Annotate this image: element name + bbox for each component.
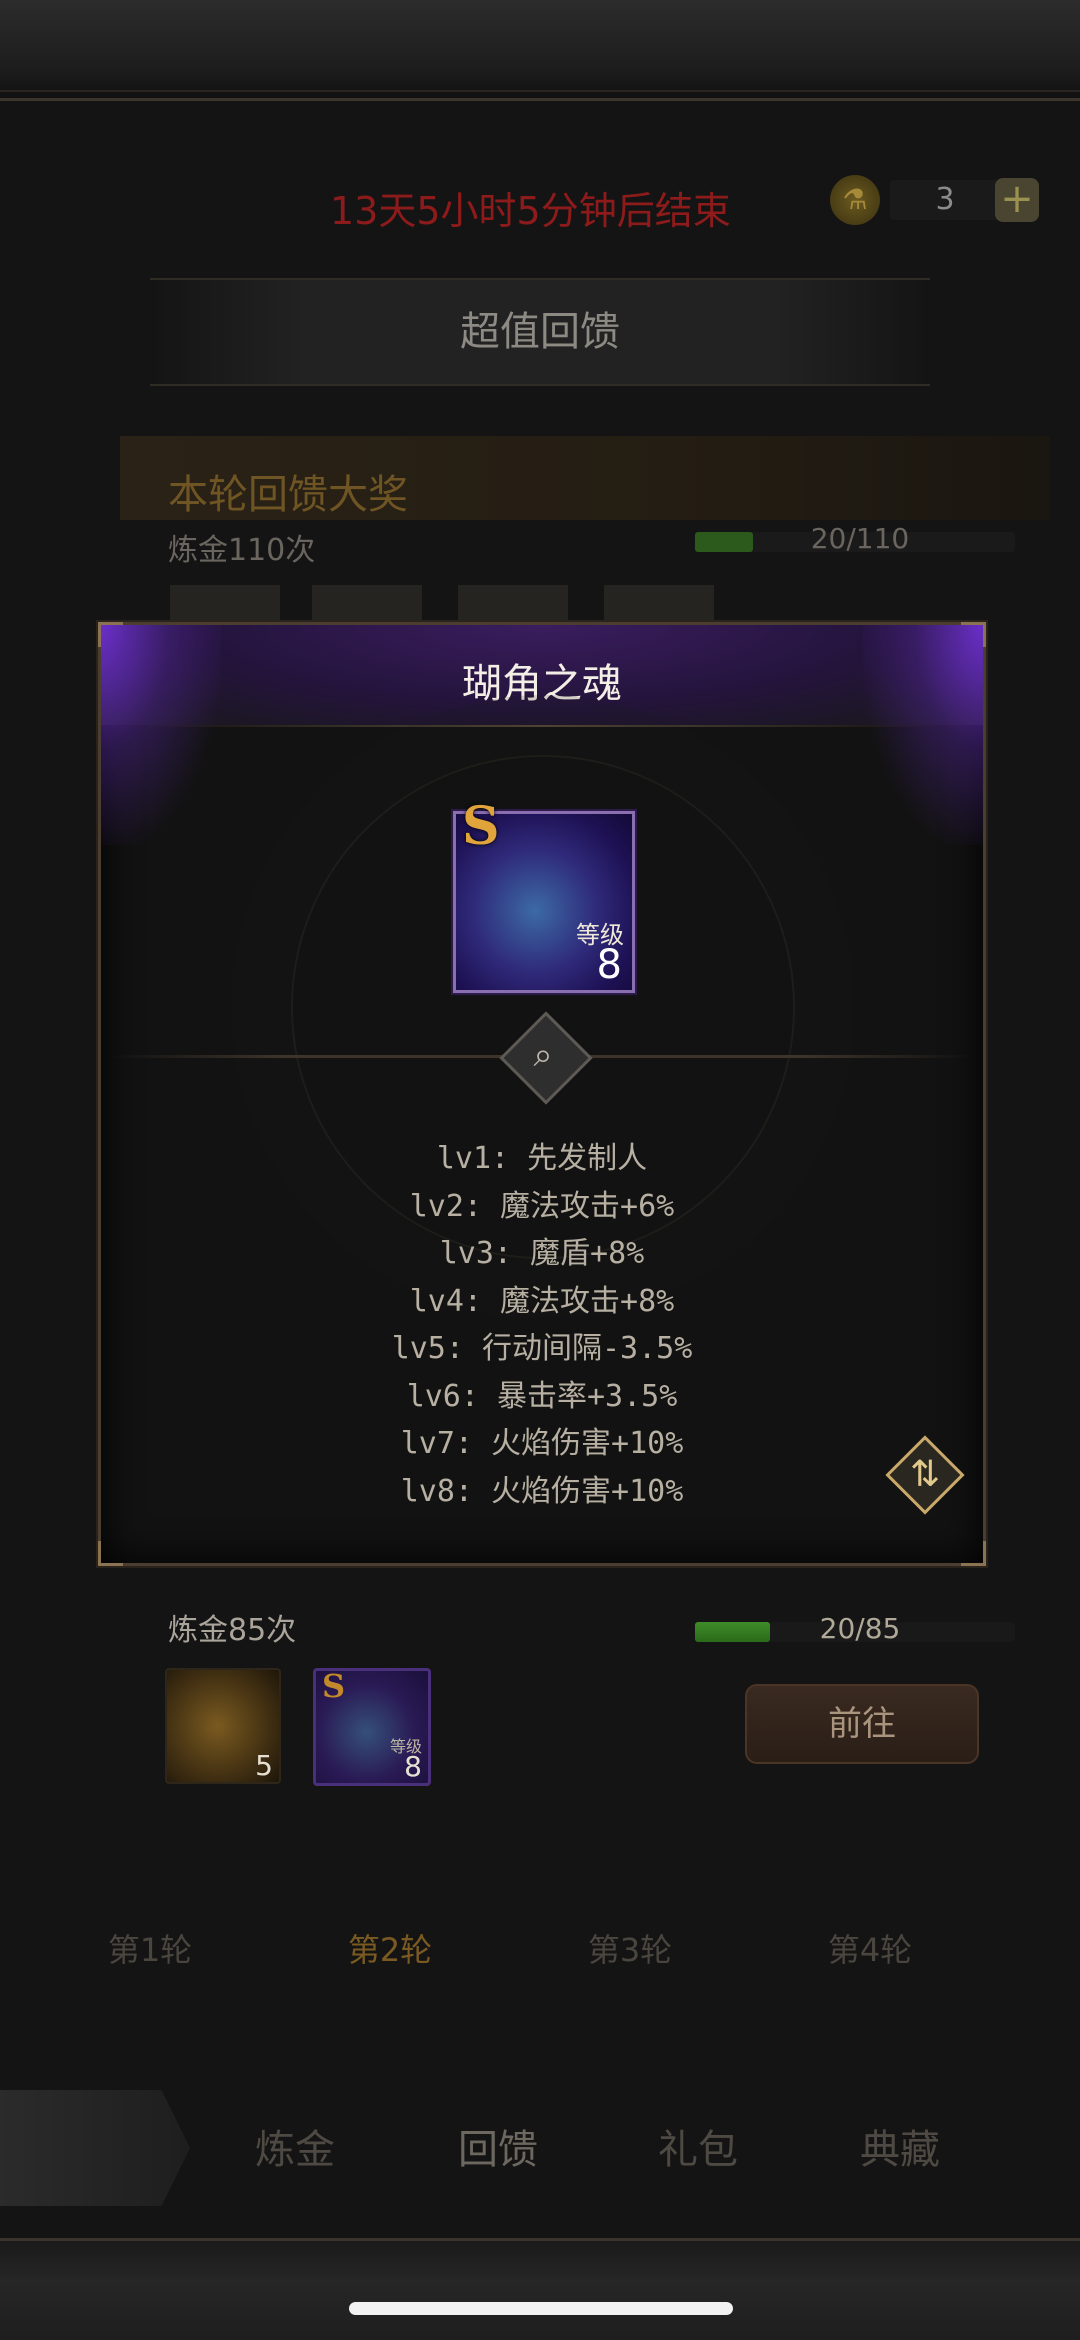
section-title-bar: 超值回馈 xyxy=(150,278,930,386)
top-frame xyxy=(0,0,1080,101)
add-currency-button[interactable]: + xyxy=(995,178,1039,222)
currency-count: 3 xyxy=(890,180,1000,220)
skill-line: lv1: 先发制人 xyxy=(436,1141,648,1176)
modal-corner xyxy=(961,622,986,647)
event-timer: 13天5小时5分钟后结束 xyxy=(330,189,731,233)
skill-line: lv2: 魔法攻击+6% xyxy=(409,1188,675,1224)
row1-progress-fill xyxy=(695,532,753,552)
nav-gift-pack[interactable]: 礼包 xyxy=(598,2090,798,2210)
skill-line: lv7: 火焰伤害+10% xyxy=(400,1426,684,1461)
row1-progress-text: 20/110 xyxy=(810,522,910,555)
home-indicator[interactable] xyxy=(349,2302,733,2315)
row1-reward-thumb xyxy=(312,585,422,625)
item-count: 5 xyxy=(255,1749,273,1782)
row2-progress-fill xyxy=(695,1622,771,1642)
skill-list: lv1: 先发制人 lv2: 魔法攻击+6% lv3: 魔盾+8% lv4: 魔… xyxy=(101,1133,983,1513)
row1-label: 炼金110次 xyxy=(168,533,316,568)
round-tabs: 第1轮 第2轮 第3轮 第4轮 xyxy=(60,1920,1020,1980)
goto-button[interactable]: 前往 xyxy=(745,1684,979,1764)
rank-s-icon: S xyxy=(462,796,500,857)
modal-corner xyxy=(98,1541,123,1566)
tab-round-1[interactable]: 第1轮 xyxy=(60,1920,240,1980)
item-detail-modal: 瑚角之魂 S 等级 8 ⌕ lv1: 先发制人 lv2: 魔法攻击+6% lv3… xyxy=(98,622,986,1566)
row1-reward-thumb xyxy=(458,585,568,625)
row1-reward-thumb xyxy=(170,585,280,625)
potion-reward-item[interactable]: 5 xyxy=(165,1668,281,1784)
nav-feedback[interactable]: 回馈 xyxy=(398,2090,598,2210)
back-arrow-icon[interactable] xyxy=(0,2090,190,2206)
sort-icon: ⇅ xyxy=(909,1454,941,1495)
row2-progress-text: 20/85 xyxy=(819,1612,901,1645)
currency-box: ⚗ 3 + xyxy=(830,175,1050,225)
skill-line: lv4: 魔法攻击+8% xyxy=(409,1283,675,1319)
soul-reward-item[interactable]: S 等级 8 xyxy=(313,1667,431,1786)
bottom-nav: 炼金 回馈 礼包 典藏 xyxy=(0,2090,1080,2210)
skill-line: lv5: 行动间隔-3.5% xyxy=(391,1331,693,1366)
nav-collection[interactable]: 典藏 xyxy=(800,2090,1000,2210)
grand-prize-title: 本轮回馈大奖 xyxy=(168,472,408,518)
item-level: 8 xyxy=(596,942,622,988)
row2-label: 炼金85次 xyxy=(168,1613,297,1648)
modal-corner xyxy=(98,622,123,647)
soul-item-icon: S 等级 8 xyxy=(453,796,635,993)
section-title: 超值回馈 xyxy=(460,309,620,355)
row1-reward-thumb xyxy=(604,585,714,625)
bottom-frame xyxy=(0,2238,1080,2340)
tab-round-2[interactable]: 第2轮 xyxy=(300,1920,480,1980)
magnifier-icon: ⌕ xyxy=(533,1035,553,1075)
modal-title: 瑚角之魂 xyxy=(462,661,622,707)
tab-round-4[interactable]: 第4轮 xyxy=(780,1920,960,1980)
modal-corner xyxy=(961,1541,986,1566)
skill-line: lv8: 火焰伤害+10% xyxy=(400,1473,684,1509)
header-divider xyxy=(141,725,943,727)
potion-currency-icon: ⚗ xyxy=(830,175,880,225)
skill-line: lv3: 魔盾+8% xyxy=(439,1236,645,1271)
item-level: 8 xyxy=(404,1750,422,1783)
nav-alchemy[interactable]: 炼金 xyxy=(195,2090,395,2210)
rank-s-icon: S xyxy=(322,1667,346,1705)
tab-round-3[interactable]: 第3轮 xyxy=(540,1920,720,1980)
skill-line: lv6: 暴击率+3.5% xyxy=(406,1378,678,1414)
